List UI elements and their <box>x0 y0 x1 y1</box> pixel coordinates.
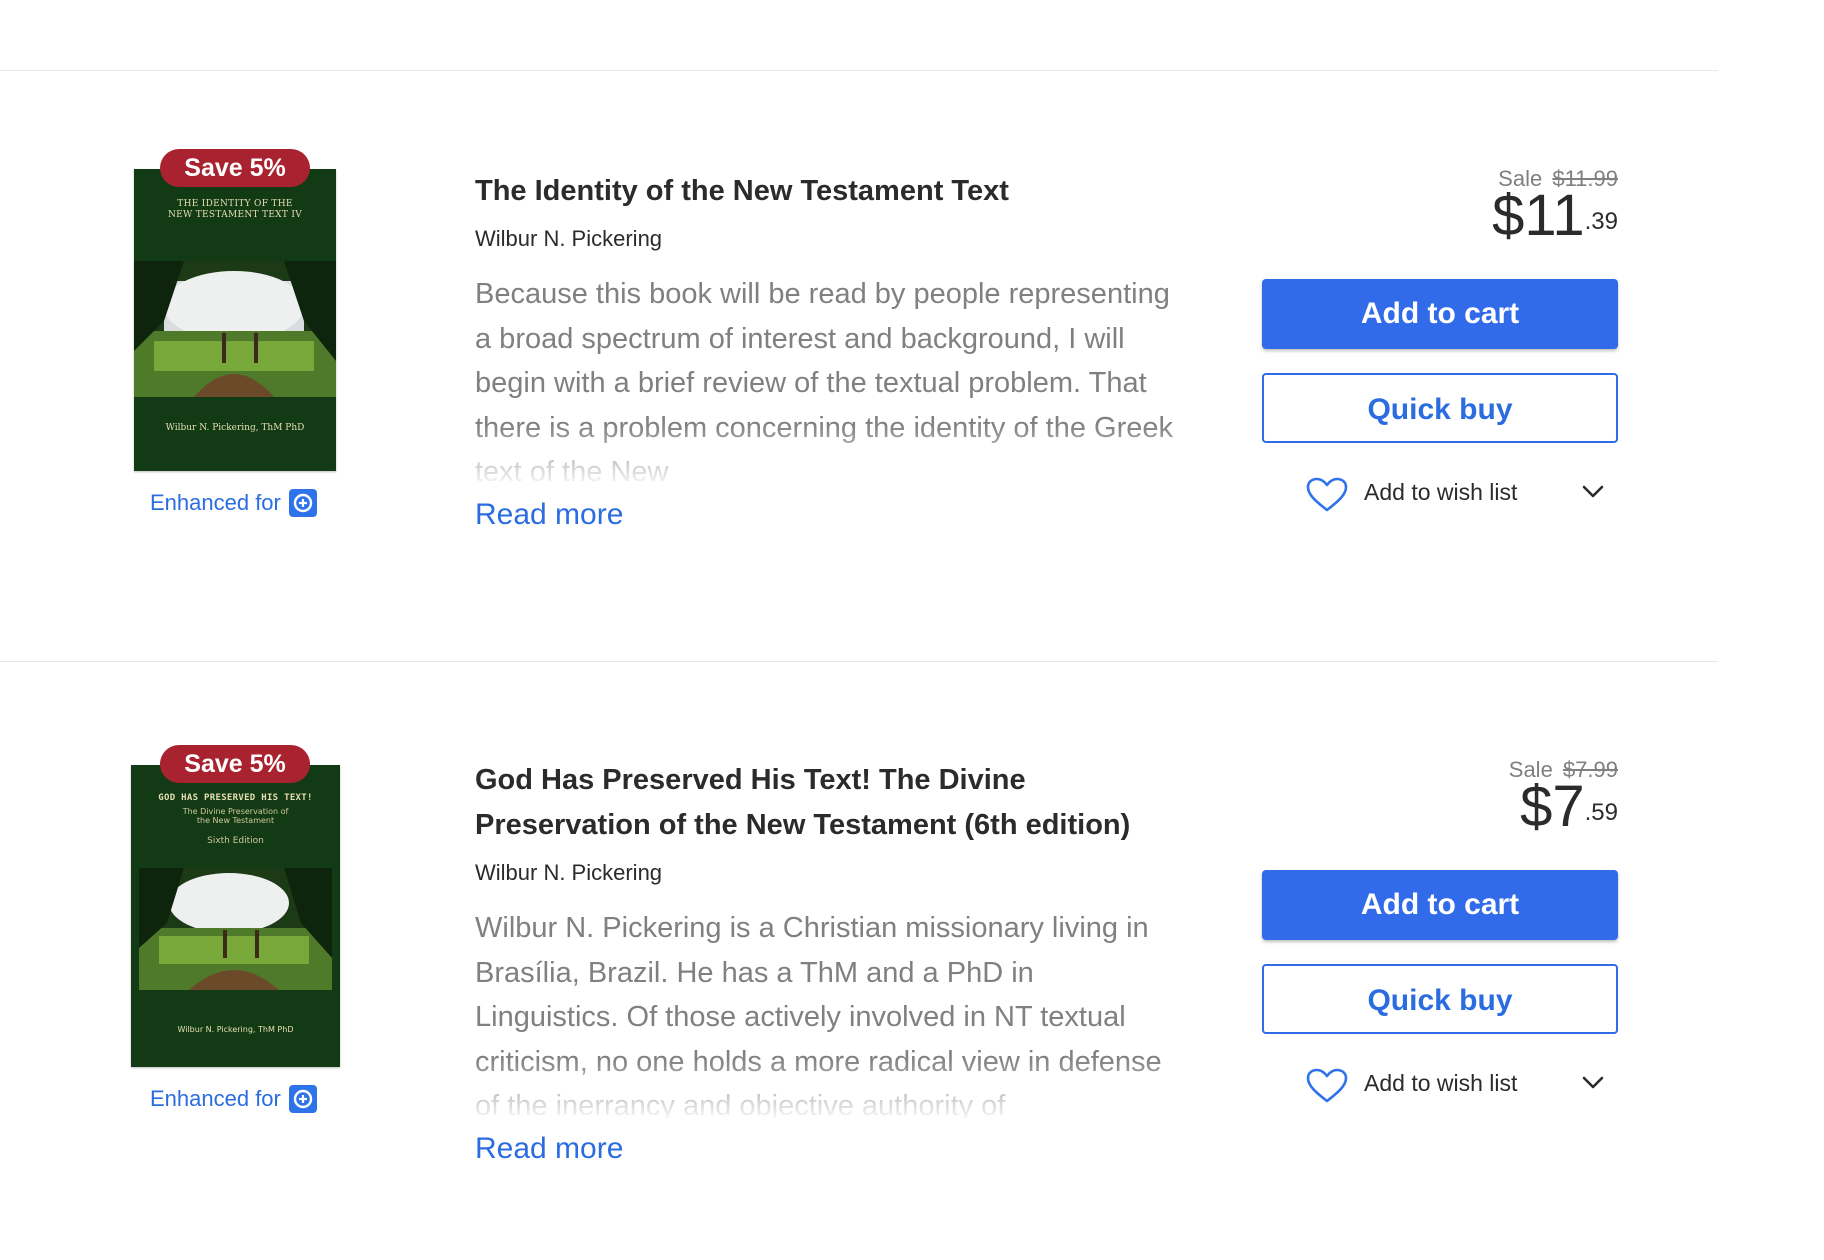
heart-icon <box>1306 477 1348 512</box>
add-to-cart-button[interactable]: Add to cart <box>1262 279 1618 349</box>
read-more-link[interactable]: Read more <box>475 498 623 532</box>
purchase-panel: Sale $7.99 $7.59 Add to cart Quick buy A… <box>1262 757 1618 1114</box>
enhanced-for-label: Enhanced for <box>150 490 281 515</box>
product-card: GOD HAS PRESERVED HIS TEXT! The Divine P… <box>0 662 1718 1260</box>
cover-title: THE IDENTITY OF THE NEW TESTAMENT TEXT I… <box>167 199 303 220</box>
price-dollars: $11 <box>1492 183 1585 248</box>
description-fade <box>475 424 1175 484</box>
wish-list-control[interactable]: Add to wish list <box>1262 463 1618 523</box>
book-cover-image[interactable]: THE IDENTITY OF THE NEW TESTAMENT TEXT I… <box>134 169 336 471</box>
add-to-cart-button[interactable]: Add to cart <box>1262 870 1618 940</box>
quick-buy-button[interactable]: Quick buy <box>1262 373 1618 443</box>
chevron-down-icon[interactable] <box>1582 1076 1604 1090</box>
product-title[interactable]: God Has Preserved His Text! The Divine P… <box>475 758 1175 848</box>
wish-list-control[interactable]: Add to wish list <box>1262 1054 1618 1114</box>
description-fade <box>475 1058 1175 1118</box>
cover-subtitle: The Divine Preservation of the New Testa… <box>182 807 289 825</box>
product-title[interactable]: The Identity of the New Testament Text <box>475 169 1175 214</box>
price-dollars: $7 <box>1520 774 1585 839</box>
product-card: THE IDENTITY OF THE NEW TESTAMENT TEXT I… <box>0 71 1718 661</box>
cover-landscape-art <box>134 261 336 397</box>
description-container: Because this book will be read by people… <box>475 272 1175 484</box>
product-info: The Identity of the New Testament Text W… <box>475 169 1175 532</box>
cover-title: GOD HAS PRESERVED HIS TEXT! <box>158 793 313 803</box>
cover-author: Wilbur N. Pickering, ThM PhD <box>165 423 305 433</box>
description-container: Wilbur N. Pickering is a Christian missi… <box>475 906 1175 1118</box>
product-author[interactable]: Wilbur N. Pickering <box>475 858 1175 888</box>
enhanced-for-logo-icon <box>288 489 317 517</box>
save-badge: Save 5% <box>160 745 310 783</box>
product-author[interactable]: Wilbur N. Pickering <box>475 224 1175 254</box>
price-cents: .59 <box>1584 799 1618 826</box>
enhanced-for-link[interactable]: Enhanced for <box>150 1085 317 1113</box>
cover-edition: Sixth Edition <box>207 836 264 846</box>
book-cover-image[interactable]: GOD HAS PRESERVED HIS TEXT! The Divine P… <box>131 765 340 1067</box>
current-price: $11.39 <box>1262 186 1618 261</box>
price-cents: .39 <box>1584 208 1618 235</box>
cover-landscape-art <box>139 868 332 990</box>
heart-icon <box>1306 1068 1348 1103</box>
read-more-link[interactable]: Read more <box>475 1132 623 1166</box>
wish-list-label: Add to wish list <box>1364 1070 1518 1096</box>
cover-author: Wilbur N. Pickering, ThM PhD <box>177 1025 294 1034</box>
product-info: God Has Preserved His Text! The Divine P… <box>475 758 1175 1166</box>
chevron-down-icon[interactable] <box>1582 485 1604 499</box>
wish-list-label: Add to wish list <box>1364 479 1518 505</box>
save-badge: Save 5% <box>160 149 310 187</box>
enhanced-for-label: Enhanced for <box>150 1086 281 1111</box>
current-price: $7.59 <box>1262 777 1618 852</box>
enhanced-for-logo-icon <box>288 1085 317 1113</box>
enhanced-for-link[interactable]: Enhanced for <box>150 489 317 517</box>
purchase-panel: Sale $11.99 $11.39 Add to cart Quick buy… <box>1262 166 1618 523</box>
quick-buy-button[interactable]: Quick buy <box>1262 964 1618 1034</box>
